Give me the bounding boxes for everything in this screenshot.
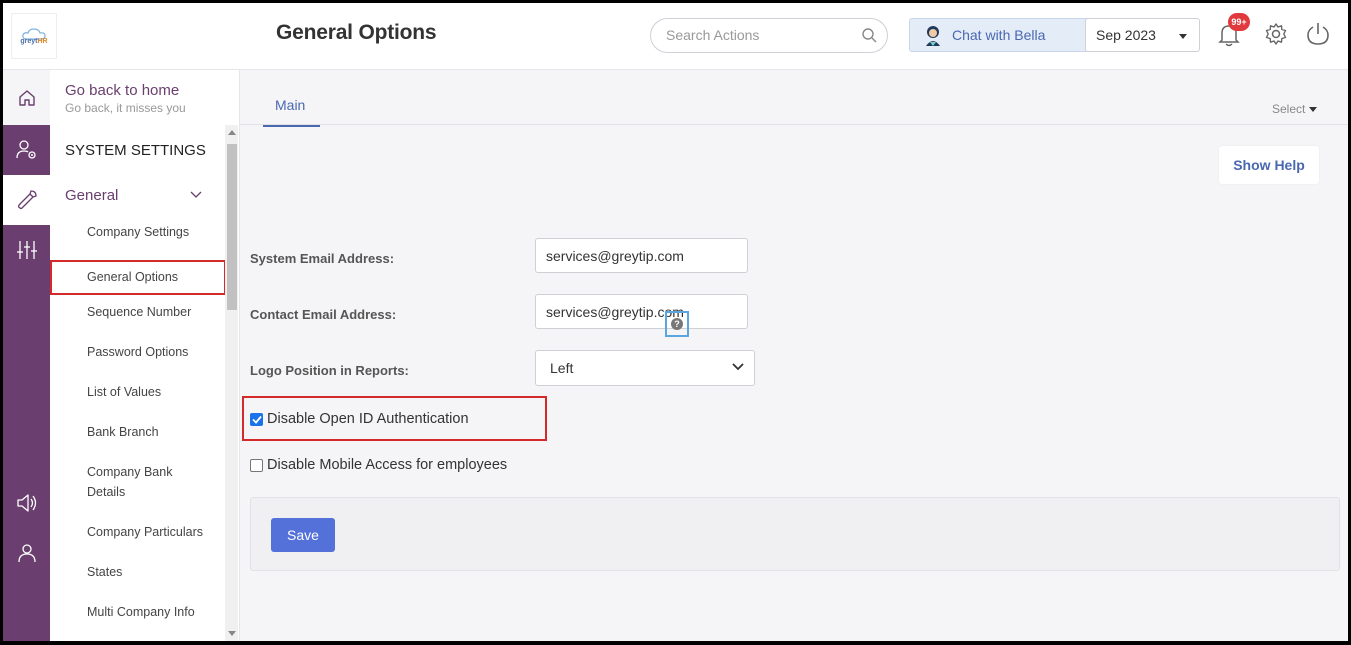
scrollbar-thumb[interactable] [227, 144, 237, 310]
logo-text-b: HR [37, 37, 48, 45]
show-help-button[interactable]: Show Help [1219, 146, 1319, 184]
bella-avatar-icon [926, 26, 940, 46]
chevron-down-icon[interactable] [190, 191, 202, 199]
sliders-icon [16, 241, 37, 259]
wrench-icon [17, 190, 37, 210]
subnav-item-general-options[interactable]: General Options [50, 260, 226, 295]
disable-openid-checkbox[interactable] [250, 412, 263, 426]
subnav-item-company-settings[interactable]: Company Settings [87, 222, 217, 242]
subnav-item-multi-company-info[interactable]: Multi Company Info [87, 602, 217, 622]
settings-subnav: Go back to home Go back, it misses you S… [50, 70, 240, 641]
rail-announcements[interactable] [3, 478, 50, 528]
user-settings-icon [15, 140, 36, 159]
help-glyph: ? [671, 318, 683, 330]
subnav-item-password-options[interactable]: Password Options [87, 342, 217, 362]
tab-bar: Main Select [240, 70, 1348, 127]
select-dropdown[interactable]: Select [1272, 102, 1318, 116]
rail-user-settings[interactable] [3, 125, 50, 175]
disable-mobile-checkbox[interactable] [250, 458, 263, 472]
contact-email-field[interactable] [535, 294, 748, 329]
scroll-down-arrow-icon[interactable] [228, 631, 236, 636]
save-button[interactable]: Save [271, 518, 335, 552]
select-label: Select [1272, 102, 1306, 116]
profile-icon [17, 544, 36, 563]
greythr-logo[interactable]: greytHR [11, 13, 57, 59]
notification-badge: 99+ [1228, 13, 1250, 31]
icon-rail [3, 70, 50, 641]
settings-gear-icon[interactable] [1264, 22, 1288, 46]
logo-position-value: Left [550, 360, 574, 376]
tab-main[interactable]: Main [263, 97, 320, 127]
subnav-item-company-bank-details[interactable]: Company Bank Details [87, 462, 197, 502]
go-back-subtitle: Go back, it misses you [65, 101, 186, 115]
disable-openid-label: Disable Open ID Authentication [267, 411, 469, 427]
subnav-item-company-particulars[interactable]: Company Particulars [87, 522, 217, 542]
section-title: SYSTEM SETTINGS [65, 142, 206, 159]
search-box[interactable] [650, 18, 888, 53]
chat-label: Chat with Bella [952, 27, 1046, 43]
logo-position-label: Logo Position in Reports: [250, 363, 409, 378]
disable-mobile-checkbox-row[interactable]: Disable Mobile Access for employees [250, 457, 507, 473]
rail-system-settings[interactable] [3, 175, 50, 225]
save-panel: Save [250, 497, 1340, 571]
rail-profile[interactable] [3, 528, 50, 578]
subnav-item-bank-branch[interactable]: Bank Branch [87, 422, 217, 442]
home-icon [18, 89, 35, 106]
subnav-item-states[interactable]: States [87, 562, 217, 582]
contact-email-label: Contact Email Address: [250, 307, 397, 322]
chat-with-bella-button[interactable]: Chat with Bella [909, 18, 1092, 52]
top-header: greytHR General Options Chat with Bella … [3, 3, 1348, 70]
rail-home[interactable] [3, 70, 50, 125]
disable-openid-checkbox-row[interactable]: Disable Open ID Authentication [250, 411, 469, 427]
logo-text-a: greyt [20, 37, 38, 45]
chevron-down-icon [732, 363, 744, 371]
caret-down-icon [1179, 34, 1187, 39]
caret-down-icon [1309, 107, 1318, 113]
page-title: General Options [276, 21, 437, 44]
search-input[interactable] [666, 27, 856, 43]
subnav-item-sequence-number[interactable]: Sequence Number [87, 302, 217, 322]
disable-mobile-label: Disable Mobile Access for employees [267, 457, 508, 473]
scroll-up-arrow-icon[interactable] [228, 130, 236, 135]
main-content: Main Select Show Help System Email Addre… [240, 70, 1348, 641]
help-icon[interactable]: ? [665, 311, 689, 337]
go-back-title: Go back to home [65, 82, 180, 99]
general-group-header[interactable]: General [65, 187, 118, 204]
subnav-scrollbar[interactable] [225, 125, 238, 641]
logo-position-select[interactable]: Left [535, 350, 755, 386]
month-select[interactable]: Sep 2023 [1085, 18, 1200, 52]
system-email-label: System Email Address: [250, 251, 395, 266]
app-frame: greytHR General Options Chat with Bella … [3, 3, 1348, 641]
system-settings-menu: SYSTEM SETTINGS General Company Settings… [50, 125, 226, 641]
check-icon [251, 415, 262, 424]
power-logout-icon[interactable] [1306, 21, 1330, 47]
announcement-icon [16, 494, 36, 512]
system-email-field[interactable] [535, 238, 748, 273]
month-value: Sep 2023 [1096, 27, 1156, 43]
rail-preferences[interactable] [3, 225, 50, 275]
subnav-item-list-of-values[interactable]: List of Values [87, 382, 217, 402]
search-icon[interactable] [861, 27, 877, 43]
